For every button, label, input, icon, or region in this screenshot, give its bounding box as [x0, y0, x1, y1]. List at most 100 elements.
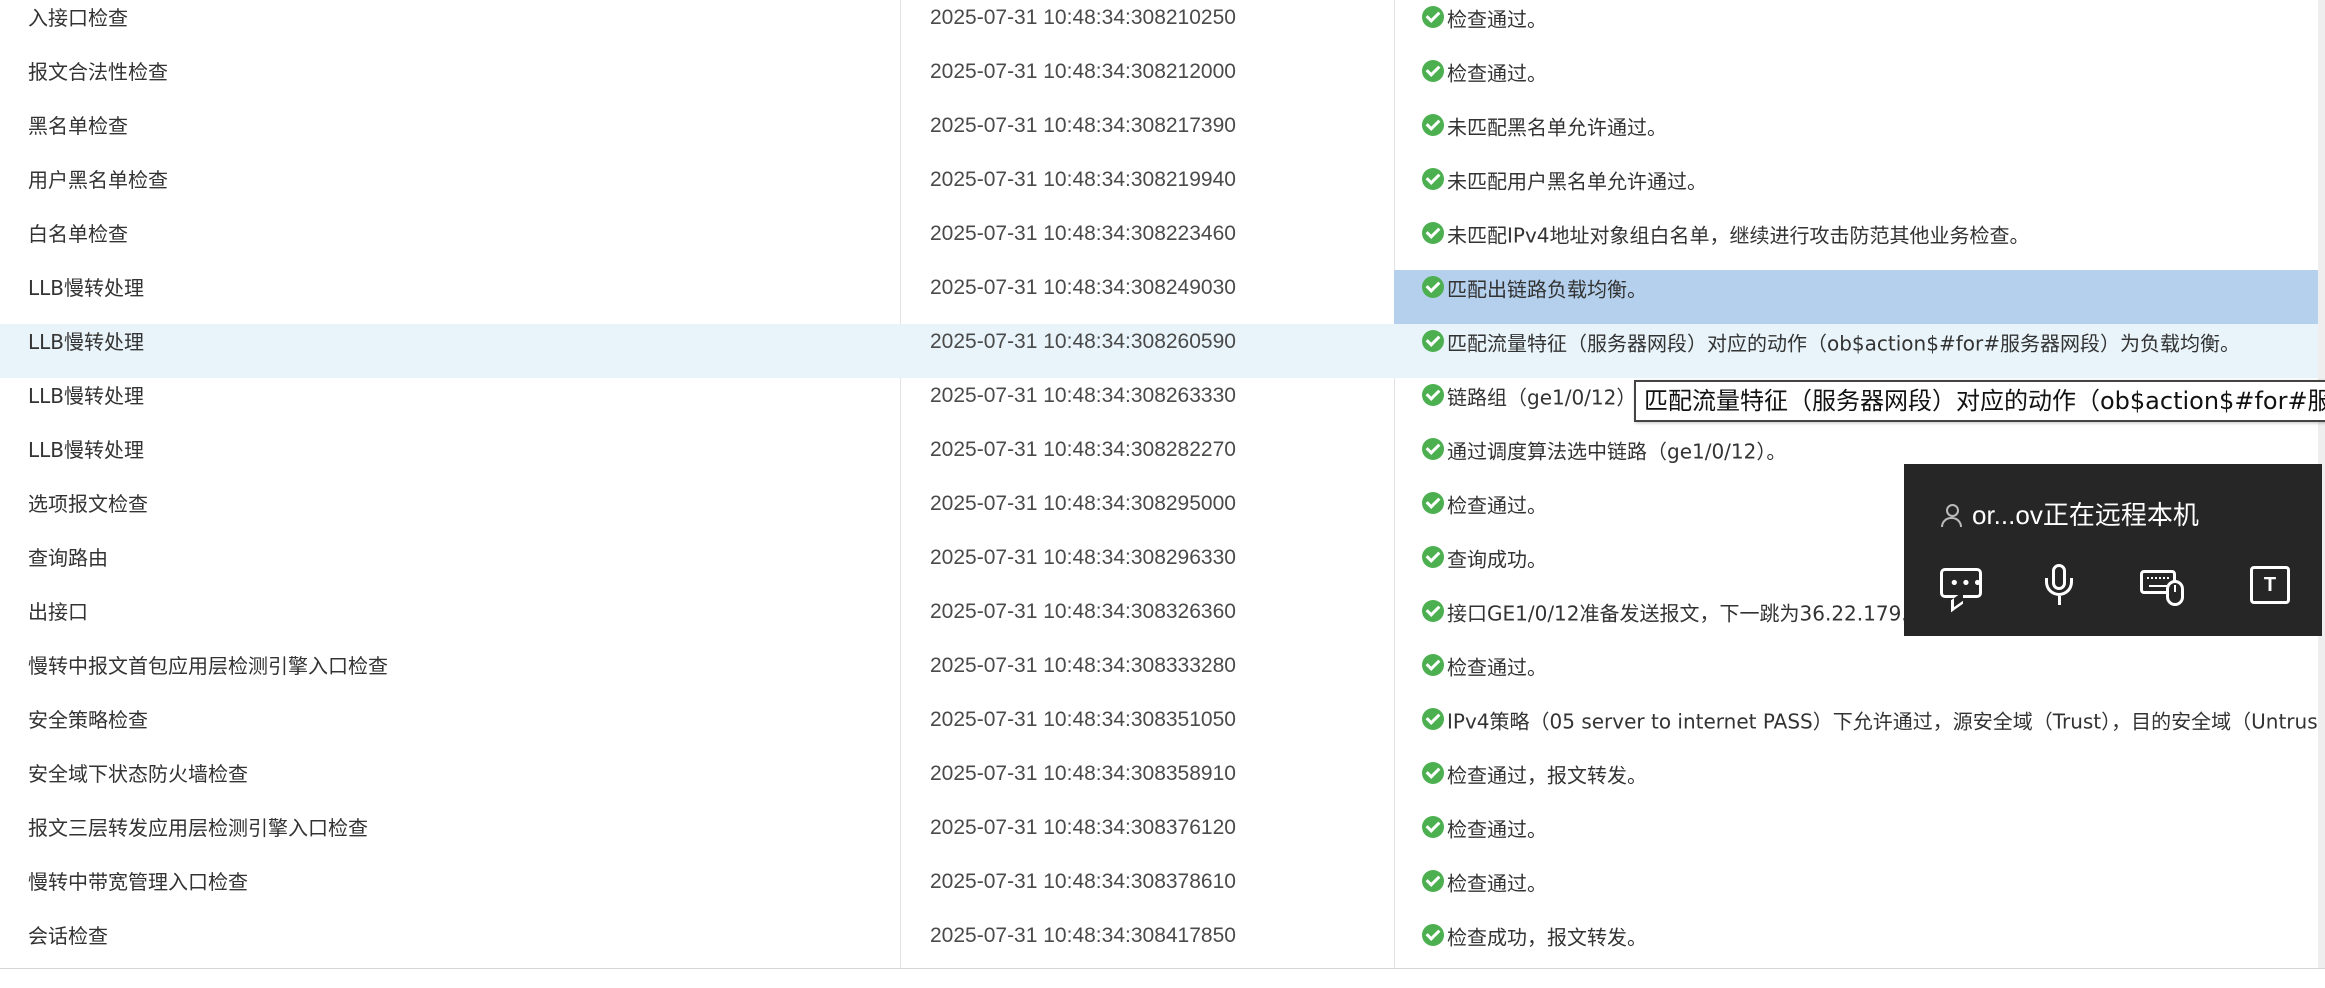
trace-window: 入接口检查 2025-07-31 10:48:34:308210250 检查通过… — [0, 0, 2325, 988]
check-circle-icon — [1422, 222, 1444, 244]
step-name: 用户黑名单检查 — [28, 168, 168, 192]
step-name: LLB慢转处理 — [28, 438, 145, 462]
table-row[interactable]: 安全域下状态防火墙检查 2025-07-31 10:48:34:30835891… — [0, 756, 2325, 810]
check-circle-icon — [1422, 924, 1444, 946]
check-circle-icon — [1422, 168, 1444, 190]
check-circle-icon — [1422, 6, 1444, 28]
chat-button[interactable]: ••• — [1934, 560, 1990, 612]
check-circle-icon — [1422, 546, 1444, 568]
table-row[interactable]: 安全策略检查 2025-07-31 10:48:34:308351050 IPv… — [0, 702, 2325, 756]
check-circle-icon — [1422, 114, 1444, 136]
step-result: 检查通过。 — [1394, 648, 2325, 702]
step-timestamp: 2025-07-31 10:48:34:308260590 — [930, 330, 1236, 353]
step-result-text: 匹配出链路负载均衡。 — [1447, 277, 1647, 302]
table-row[interactable]: 会话检查 2025-07-31 10:48:34:308417850 检查成功，… — [0, 918, 2325, 972]
table-row[interactable]: 入接口检查 2025-07-31 10:48:34:308210250 检查通过… — [0, 0, 2325, 54]
user-icon — [1940, 503, 1962, 527]
step-result: 检查通过。 — [1394, 810, 2325, 864]
check-circle-icon — [1422, 384, 1444, 406]
step-result: 未匹配用户黑名单允许通过。 — [1394, 162, 2325, 216]
step-result: 匹配流量特征（服务器网段）对应的动作（ob$action$#for#服务器网段）… — [1394, 324, 2325, 378]
step-result-selected[interactable]: 匹配出链路负载均衡。 — [1394, 270, 2325, 324]
step-name: 慢转中带宽管理入口检查 — [28, 870, 248, 894]
text-icon: T — [2250, 566, 2290, 604]
check-circle-icon — [1422, 276, 1444, 298]
step-timestamp: 2025-07-31 10:48:34:308212000 — [930, 60, 1236, 83]
check-circle-icon — [1422, 762, 1444, 784]
step-result: 未匹配IPv4地址对象组白名单，继续进行攻击防范其他业务检查。 — [1394, 216, 2325, 270]
check-circle-icon — [1422, 816, 1444, 838]
table-row[interactable]: 黑名单检查 2025-07-31 10:48:34:308217390 未匹配黑… — [0, 108, 2325, 162]
table-row[interactable]: 报文三层转发应用层检测引擎入口检查 2025-07-31 10:48:34:30… — [0, 810, 2325, 864]
step-name: LLB慢转处理 — [28, 384, 145, 408]
check-circle-icon — [1422, 708, 1444, 730]
step-timestamp: 2025-07-31 10:48:34:308417850 — [930, 924, 1236, 947]
table-row-hovered[interactable]: LLB慢转处理 2025-07-31 10:48:34:308260590 匹配… — [0, 324, 2325, 378]
keyboard-mouse-button[interactable] — [2138, 560, 2194, 612]
step-name: 报文三层转发应用层检测引擎入口检查 — [28, 816, 368, 840]
remote-user-status: or...ov正在远程本机 — [1940, 498, 2199, 532]
check-circle-icon — [1422, 330, 1444, 352]
microphone-button[interactable] — [2032, 560, 2088, 612]
step-name: 出接口 — [28, 600, 88, 624]
step-result-text: 检查通过。 — [1447, 871, 1547, 896]
step-result: 未匹配黑名单允许通过。 — [1394, 108, 2325, 162]
step-result-text: 接口GE1/0/12准备发送报文，下一跳为36.22.179. — [1447, 601, 1908, 626]
step-result-text: 通过调度算法选中链路（ge1/0/12）。 — [1447, 439, 1787, 464]
step-name: 查询路由 — [28, 546, 108, 570]
step-result-text: 未匹配IPv4地址对象组白名单，继续进行攻击防范其他业务检查。 — [1447, 223, 2030, 248]
step-name: 白名单检查 — [28, 222, 128, 246]
step-name: 黑名单检查 — [28, 114, 128, 138]
check-circle-icon — [1422, 654, 1444, 676]
cell-tooltip: 匹配流量特征（服务器网段）对应的动作（ob$action$#for#服务器网段）… — [1634, 380, 2325, 422]
step-result: 检查通过。 — [1394, 864, 2325, 918]
step-result-text: 检查通过。 — [1447, 61, 1547, 86]
step-timestamp: 2025-07-31 10:48:34:308326360 — [930, 600, 1236, 623]
table-row[interactable]: 用户黑名单检查 2025-07-31 10:48:34:308219940 未匹… — [0, 162, 2325, 216]
step-timestamp: 2025-07-31 10:48:34:308376120 — [930, 816, 1236, 839]
check-circle-icon — [1422, 438, 1444, 460]
step-name: 安全策略检查 — [28, 708, 148, 732]
step-timestamp: 2025-07-31 10:48:34:308217390 — [930, 114, 1236, 137]
remote-user-text: or...ov正在远程本机 — [1972, 500, 2199, 530]
remote-session-panel: or...ov正在远程本机 ••• T — [1904, 464, 2322, 636]
text-button[interactable]: T — [2242, 560, 2298, 612]
step-result-text: 检查通过，报文转发。 — [1447, 763, 1647, 788]
step-timestamp: 2025-07-31 10:48:34:308223460 — [930, 222, 1236, 245]
step-timestamp: 2025-07-31 10:48:34:308351050 — [930, 708, 1236, 731]
step-name: LLB慢转处理 — [28, 276, 145, 300]
step-result-text: 匹配流量特征（服务器网段）对应的动作（ob$action$#for#服务器网段）… — [1447, 331, 2240, 356]
step-timestamp: 2025-07-31 10:48:34:308333280 — [930, 654, 1236, 677]
step-name: 入接口检查 — [28, 6, 128, 30]
step-name: 慢转中报文首包应用层检测引擎入口检查 — [28, 654, 388, 678]
step-result: IPv4策略（05 server to internet PASS）下允许通过，… — [1394, 702, 2325, 756]
step-timestamp: 2025-07-31 10:48:34:308249030 — [930, 276, 1236, 299]
step-timestamp: 2025-07-31 10:48:34:308263330 — [930, 384, 1236, 407]
step-timestamp: 2025-07-31 10:48:34:308358910 — [930, 762, 1236, 785]
step-name: 选项报文检查 — [28, 492, 148, 516]
chat-icon: ••• — [1940, 568, 1983, 598]
step-timestamp: 2025-07-31 10:48:34:308296330 — [930, 546, 1236, 569]
step-result-text: 检查通过。 — [1447, 493, 1547, 518]
step-result: 检查通过。 — [1394, 54, 2325, 108]
step-timestamp: 2025-07-31 10:48:34:308219940 — [930, 168, 1236, 191]
check-circle-icon — [1422, 870, 1444, 892]
step-result: 检查通过。 — [1394, 0, 2325, 54]
step-result-text: 查询成功。 — [1447, 547, 1547, 572]
step-timestamp: 2025-07-31 10:48:34:308295000 — [930, 492, 1236, 515]
table-row[interactable]: 慢转中报文首包应用层检测引擎入口检查 2025-07-31 10:48:34:3… — [0, 648, 2325, 702]
check-circle-icon — [1422, 600, 1444, 622]
table-bottom-border — [0, 968, 2325, 969]
step-result-text: IPv4策略（05 server to internet PASS）下允许通过，… — [1447, 709, 2325, 734]
step-result-text: 未匹配用户黑名单允许通过。 — [1447, 169, 1707, 194]
step-name: LLB慢转处理 — [28, 330, 145, 354]
step-result-text: 检查成功，报文转发。 — [1447, 925, 1647, 950]
table-row[interactable]: 慢转中带宽管理入口检查 2025-07-31 10:48:34:30837861… — [0, 864, 2325, 918]
step-name: 安全域下状态防火墙检查 — [28, 762, 248, 786]
table-row[interactable]: 报文合法性检查 2025-07-31 10:48:34:308212000 检查… — [0, 54, 2325, 108]
table-row[interactable]: 白名单检查 2025-07-31 10:48:34:308223460 未匹配I… — [0, 216, 2325, 270]
step-timestamp: 2025-07-31 10:48:34:308282270 — [930, 438, 1236, 461]
step-result-text: 未匹配黑名单允许通过。 — [1447, 115, 1667, 140]
step-result-text: 检查通过。 — [1447, 655, 1547, 680]
table-row-selected[interactable]: LLB慢转处理 2025-07-31 10:48:34:308249030 匹配… — [0, 270, 2325, 324]
